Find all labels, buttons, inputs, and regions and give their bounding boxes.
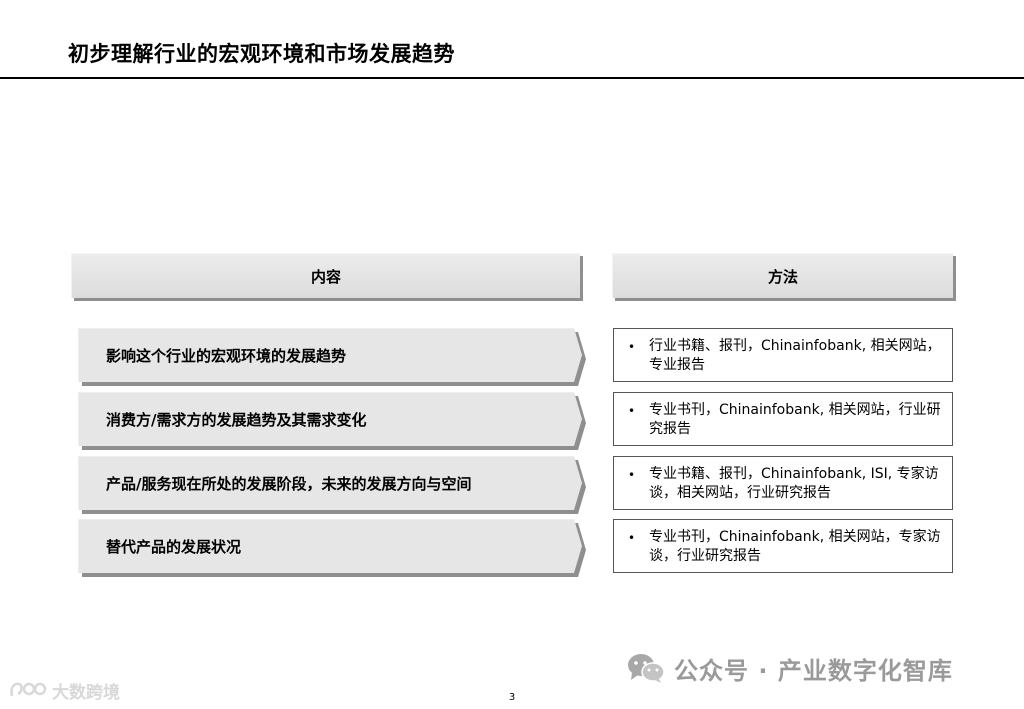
watermark-text: 大数跨境: [52, 682, 120, 703]
bullet: •: [628, 468, 636, 482]
bullet: •: [628, 340, 636, 354]
content-column-header: 内容: [71, 253, 580, 298]
content-label: 消费方/需求方的发展趋势及其需求变化: [106, 410, 367, 429]
method-column-header: 方法: [612, 253, 953, 298]
method-text: 专业书刊，Chinainfobank, 相关网站，行业研究报告: [649, 402, 941, 437]
page-title: 初步理解行业的宏观环境和市场发展趋势: [68, 42, 455, 66]
method-text: 专业书籍、报刊，Chinainfobank, ISI, 专家访谈，相关网站，行业…: [649, 466, 939, 501]
wechat-text: 公众号 · 产业数字化智库: [674, 656, 953, 685]
bullet: •: [628, 404, 636, 418]
content-header-label: 内容: [310, 267, 341, 286]
method-box-row-3: • 专业书籍、报刊，Chinainfobank, ISI, 专家访谈，相关网站，…: [613, 456, 953, 510]
method-box-row-4: • 专业书刊，Chinainfobank, 相关网站，专家访谈，行业研究报告: [613, 519, 953, 573]
content-arrow-row-3: 产品/服务现在所处的发展阶段，未来的发展方向与空间: [78, 456, 590, 516]
content-arrow-row-4: 替代产品的发展状况: [78, 519, 590, 579]
content-arrow-row-2: 消费方/需求方的发展趋势及其需求变化: [78, 392, 590, 452]
page-number: 3: [508, 692, 516, 703]
bullet: •: [628, 531, 636, 545]
content-label: 替代产品的发展状况: [106, 537, 242, 556]
corner-watermark: 大数跨境: [8, 678, 120, 703]
content-label: 产品/服务现在所处的发展阶段，未来的发展方向与空间: [106, 474, 472, 493]
content-label: 影响这个行业的宏观环境的发展趋势: [106, 346, 347, 365]
method-box-row-2: • 专业书刊，Chinainfobank, 相关网站，行业研究报告: [613, 392, 953, 446]
method-header-label: 方法: [767, 267, 798, 286]
method-text: 专业书刊，Chinainfobank, 相关网站，专家访谈，行业研究报告: [649, 529, 941, 564]
content-arrow-row-1: 影响这个行业的宏观环境的发展趋势: [78, 328, 590, 388]
wechat-account-mark: 公众号 · 产业数字化智库: [626, 650, 953, 686]
wechat-icon: [628, 654, 665, 683]
title-divider: [0, 77, 1024, 79]
method-text: 行业书籍、报刊，Chinainfobank, 相关网站，专业报告: [649, 338, 941, 373]
method-box-row-1: • 行业书籍、报刊，Chinainfobank, 相关网站，专业报告: [613, 328, 953, 382]
watermark-logo-icon: [10, 682, 47, 697]
